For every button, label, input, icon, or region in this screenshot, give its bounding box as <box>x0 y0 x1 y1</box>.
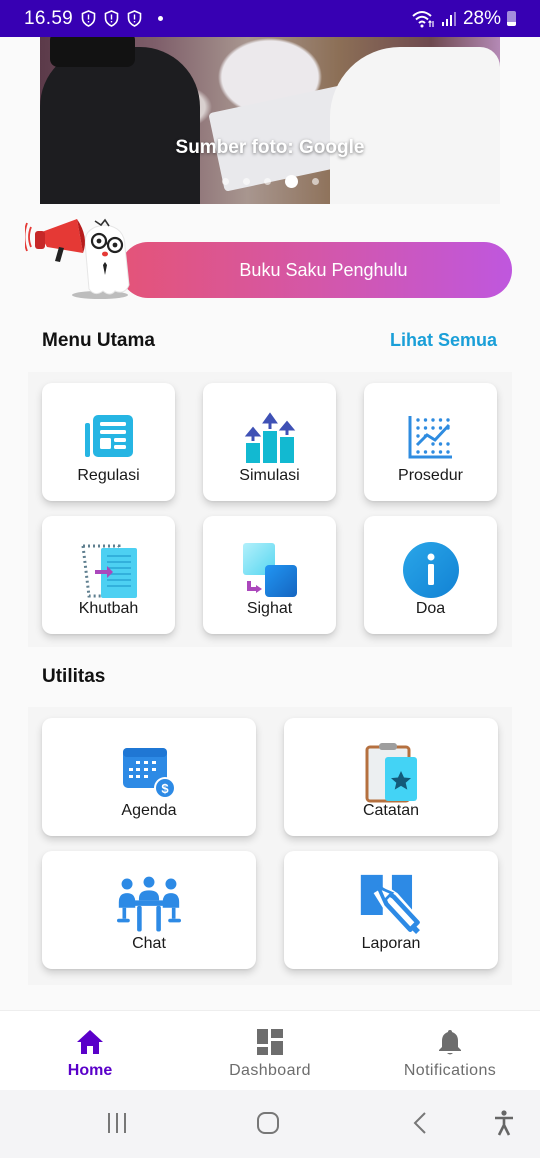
recent-apps-icon <box>108 1113 126 1133</box>
chart-grid-dot <box>430 418 435 422</box>
newspaper-icon <box>77 405 141 469</box>
banner-caption: Sumber foto: Google <box>175 137 365 158</box>
main-menu-grid: Regulasi Simulasi Prosedur Khutbah Sigha… <box>28 372 512 647</box>
svg-text:$: $ <box>161 781 169 796</box>
battery-percent: 28% <box>462 7 501 29</box>
chart-grid-dot <box>415 418 420 422</box>
menu-item-label: Doa <box>415 600 446 617</box>
bell-icon <box>435 1027 465 1057</box>
carousel-dot[interactable] <box>263 178 271 185</box>
see-all-link[interactable]: Lihat Semua <box>390 330 497 351</box>
accessibility-icon <box>495 1110 513 1136</box>
utility-item-label: Agenda <box>121 802 177 819</box>
chart-grid-dot <box>445 450 450 454</box>
carousel-dot[interactable] <box>221 178 229 185</box>
chart-grid-dot <box>445 418 450 422</box>
utility-item-label: Laporan <box>361 935 421 952</box>
utility-item-label: Chat <box>132 935 166 952</box>
carousel-dot[interactable] <box>242 178 250 185</box>
back-chevron-icon <box>413 1112 426 1134</box>
shield-alert-icon <box>127 10 142 27</box>
nav-tab-home[interactable]: Home <box>0 1011 180 1090</box>
shield-alert-icon <box>104 10 119 27</box>
chart-grid-dot <box>438 418 442 422</box>
chart-grid-dot <box>430 450 435 454</box>
utilities-title: Utilitas <box>42 666 106 687</box>
nav-tab-dashboard[interactable]: Dashboard <box>180 1011 360 1090</box>
chart-grid-dot <box>423 418 427 422</box>
chart-grid-dot <box>423 426 427 430</box>
menu-item-regulasi[interactable]: Regulasi <box>42 383 175 501</box>
nav-tab-notifications[interactable]: Notifications <box>360 1011 540 1090</box>
chart-grid-dot <box>445 426 450 430</box>
chart-grid-dot <box>445 442 450 446</box>
chart-grid-dot <box>430 442 435 446</box>
menu-item-label: Sighat <box>246 600 293 617</box>
wifi-icon <box>412 10 434 27</box>
calendar-dollar-icon: $ <box>117 740 181 804</box>
utility-item-catatan[interactable]: Catatan <box>284 718 498 836</box>
growth-bars-icon <box>238 405 302 469</box>
home-system-button[interactable] <box>250 1108 286 1138</box>
carousel-dot-active[interactable] <box>284 175 298 188</box>
bottom-navigation: Home Dashboard Notifications <box>0 1010 540 1090</box>
menu-item-label: Prosedur <box>398 467 463 484</box>
utility-item-laporan[interactable]: Laporan <box>284 851 498 969</box>
report-pencil-icon <box>359 873 423 937</box>
document-import-icon <box>77 538 141 602</box>
squares-transfer-icon <box>238 538 302 602</box>
notification-dot-icon <box>158 16 164 21</box>
utility-item-agenda[interactable]: $ Agenda <box>42 718 256 836</box>
battery-icon <box>507 11 516 26</box>
nav-label: Home <box>67 1062 113 1079</box>
buku-saku-button[interactable]: Buku Saku Penghulu <box>120 242 512 298</box>
nav-label: Dashboard <box>229 1062 311 1079</box>
clipboard-star-icon <box>359 740 423 804</box>
chart-grid-dot <box>415 434 420 438</box>
line-chart-icon <box>399 405 463 469</box>
main-menu-title: Menu Utama <box>42 330 155 351</box>
utility-item-label: Catatan <box>362 802 420 819</box>
home-circle-icon <box>257 1112 279 1134</box>
chart-grid-dot <box>415 426 420 430</box>
status-bar: 16.59 28% <box>0 0 540 37</box>
menu-item-prosedur[interactable]: Prosedur <box>364 383 497 501</box>
home-content[interactable]: Sumber foto: Google Buku Saku Penghulu M… <box>0 37 540 1010</box>
status-time: 16.59 <box>24 7 74 29</box>
menu-item-label: Khutbah <box>78 600 139 617</box>
banner-carousel[interactable]: Sumber foto: Google <box>40 37 500 204</box>
chart-grid-dot <box>438 450 442 454</box>
banner-photo-shape <box>50 37 135 67</box>
menu-item-simulasi[interactable]: Simulasi <box>203 383 336 501</box>
meeting-table-icon <box>117 873 181 937</box>
accessibility-button[interactable] <box>486 1108 522 1138</box>
shield-alert-icon <box>81 10 96 27</box>
system-navigation-bar <box>0 1090 540 1158</box>
utilities-grid: $ Agenda Catatan Chat Laporan <box>28 707 512 985</box>
utility-item-chat[interactable]: Chat <box>42 851 256 969</box>
chart-grid-dot <box>438 442 442 446</box>
chart-grid-dot <box>430 426 435 430</box>
carousel-dot[interactable] <box>311 178 319 185</box>
megaphone-mascot-icon <box>25 218 130 299</box>
recent-apps-button[interactable] <box>99 1108 135 1138</box>
dashboard-icon <box>255 1027 285 1057</box>
menu-item-khutbah[interactable]: Khutbah <box>42 516 175 634</box>
menu-item-doa[interactable]: Doa <box>364 516 497 634</box>
signal-icon <box>441 11 456 26</box>
chart-grid-dot <box>423 434 427 438</box>
info-circle-icon <box>399 538 463 602</box>
promo-banner: Buku Saku Penghulu <box>25 207 515 302</box>
nav-label: Notifications <box>403 1062 497 1079</box>
chart-grid-dot <box>438 426 442 430</box>
chart-grid-dot <box>423 450 427 454</box>
menu-item-label: Regulasi <box>77 467 140 484</box>
chart-grid-dot <box>415 450 420 454</box>
menu-item-sighat[interactable]: Sighat <box>203 516 336 634</box>
home-icon <box>75 1027 105 1057</box>
menu-item-label: Simulasi <box>239 467 300 484</box>
back-button[interactable] <box>402 1108 438 1138</box>
carousel-indicator <box>40 175 500 188</box>
